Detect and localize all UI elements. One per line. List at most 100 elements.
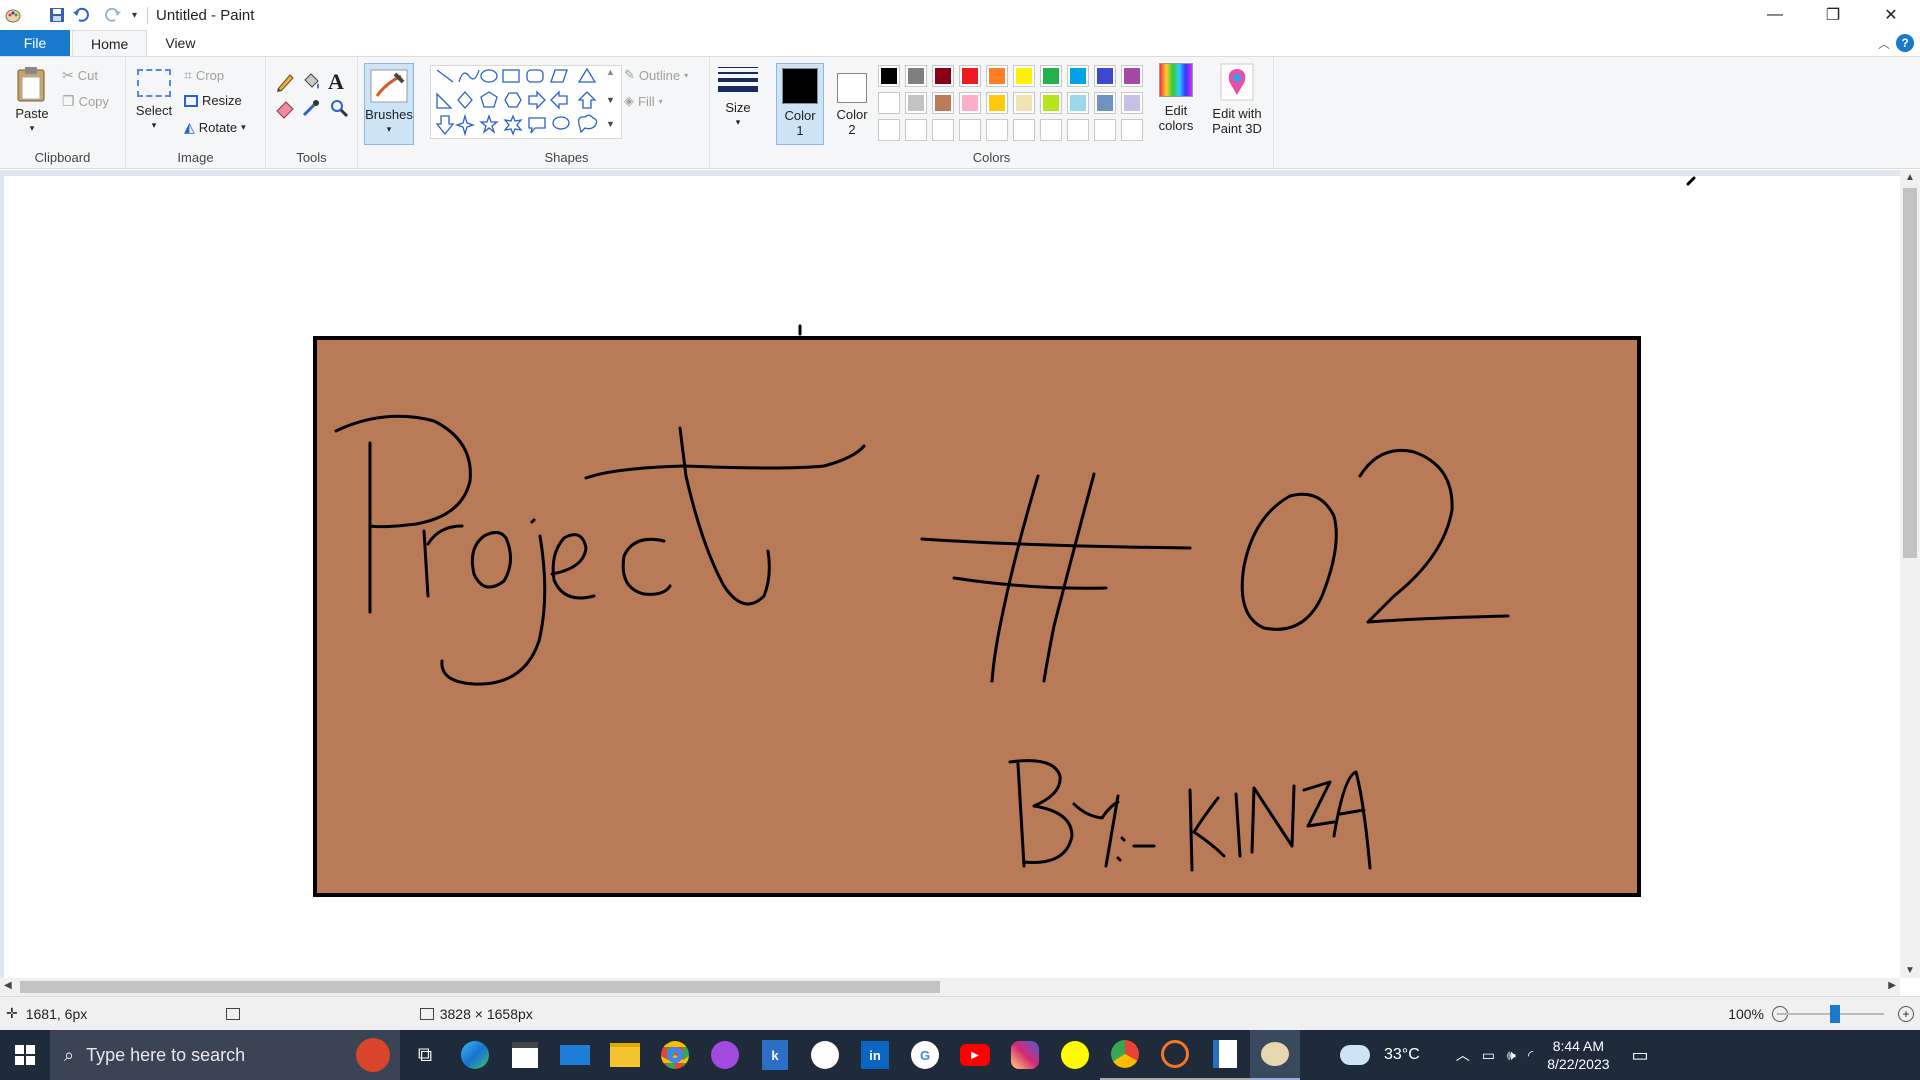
save-icon[interactable]: [48, 6, 66, 24]
resize-button[interactable]: Resize: [184, 93, 242, 108]
edit-colors-button[interactable]: Edit colors: [1152, 63, 1200, 133]
palette-swatch[interactable]: [905, 65, 927, 87]
shapes-scroll-up-icon[interactable]: ▲: [606, 67, 615, 77]
youtube-icon[interactable]: ▶: [950, 1030, 1000, 1080]
help-icon[interactable]: ?: [1896, 34, 1914, 52]
cut-button[interactable]: ✂ Cut: [62, 67, 98, 84]
document-app-icon[interactable]: [1200, 1030, 1250, 1080]
linkedin-icon[interactable]: in: [850, 1030, 900, 1080]
vertical-scroll-thumb[interactable]: [1903, 188, 1917, 558]
battery-icon[interactable]: ▭: [1482, 1047, 1495, 1064]
snapchat-icon[interactable]: [1050, 1030, 1100, 1080]
tab-view[interactable]: View: [147, 30, 213, 56]
shapes-scroll-down-icon[interactable]: ▼: [606, 95, 615, 105]
paint-taskbar-icon[interactable]: [1250, 1030, 1300, 1080]
paint-app-icon[interactable]: [4, 6, 22, 24]
task-view-icon[interactable]: ⧉: [400, 1030, 450, 1080]
edge-icon[interactable]: [450, 1030, 500, 1080]
fill-bucket-icon[interactable]: [300, 71, 322, 96]
edit-with-paint3d-button[interactable]: Edit with Paint 3D: [1206, 63, 1268, 136]
k-app-icon[interactable]: k: [750, 1030, 800, 1080]
volume-icon[interactable]: 🕪: [1507, 1047, 1516, 1064]
shapes-gallery[interactable]: [430, 65, 622, 139]
instagram-icon[interactable]: [1000, 1030, 1050, 1080]
wps-office-icon[interactable]: [700, 1030, 750, 1080]
size-button[interactable]: Size ▾: [716, 65, 760, 130]
palette-swatch[interactable]: [986, 119, 1008, 141]
palette-swatch[interactable]: [878, 65, 900, 87]
palette-swatch[interactable]: [959, 92, 981, 114]
clock[interactable]: 8:44 AM 8/22/2023: [1547, 1037, 1609, 1073]
copy-button[interactable]: ❐ Copy: [62, 93, 109, 110]
taskbar-search[interactable]: ⌕ Type here to search: [50, 1030, 400, 1080]
weather-icon[interactable]: [1330, 1030, 1380, 1080]
palette-swatch[interactable]: [905, 92, 927, 114]
close-button[interactable]: ✕: [1862, 0, 1920, 30]
rotate-button[interactable]: ◭ Rotate ▾: [184, 119, 246, 136]
magnifier-icon[interactable]: [328, 97, 350, 122]
github-icon[interactable]: [800, 1030, 850, 1080]
palette-swatch[interactable]: [986, 92, 1008, 114]
color1-button[interactable]: Color 1: [776, 63, 824, 145]
horizontal-scroll-thumb[interactable]: [20, 981, 940, 993]
palette-swatch[interactable]: [959, 65, 981, 87]
notifications-icon[interactable]: ▭: [1632, 1045, 1649, 1066]
tab-file[interactable]: File: [0, 30, 70, 56]
pencil-icon[interactable]: [274, 71, 296, 96]
palette-swatch[interactable]: [1040, 92, 1062, 114]
palette-swatch[interactable]: [878, 119, 900, 141]
start-button[interactable]: [0, 1030, 50, 1080]
palette-swatch[interactable]: [932, 119, 954, 141]
mail-icon[interactable]: [550, 1030, 600, 1080]
collapse-ribbon-icon[interactable]: ︿: [1878, 35, 1890, 52]
color-picker-icon[interactable]: [300, 97, 322, 122]
palette-swatch[interactable]: [1067, 65, 1089, 87]
palette-swatch[interactable]: [932, 65, 954, 87]
palette-swatch[interactable]: [986, 65, 1008, 87]
palette-swatch[interactable]: [1094, 119, 1116, 141]
scroll-right-icon[interactable]: ▶: [1888, 980, 1896, 991]
palette-swatch[interactable]: [932, 92, 954, 114]
scroll-left-icon[interactable]: ◀: [4, 980, 12, 991]
redo-icon[interactable]: [104, 6, 122, 24]
horizontal-scrollbar[interactable]: ◀ ▶: [0, 978, 1900, 996]
google-icon[interactable]: G: [900, 1030, 950, 1080]
zoom-in-icon[interactable]: +: [1898, 1005, 1914, 1022]
chrome-icon[interactable]: [650, 1030, 700, 1080]
customize-toolbar-icon[interactable]: ▾: [132, 10, 137, 21]
shapes-expand-icon[interactable]: ▼: [606, 119, 615, 129]
crop-button[interactable]: ⌗ Crop: [184, 67, 224, 84]
microsoft-store-icon[interactable]: [500, 1030, 550, 1080]
wifi-icon[interactable]: ◜: [1528, 1047, 1533, 1064]
palette-swatch[interactable]: [1094, 65, 1116, 87]
text-tool-icon[interactable]: A: [328, 69, 344, 95]
tab-home[interactable]: Home: [72, 30, 148, 56]
outline-button[interactable]: ✎ Outline ▾: [624, 67, 688, 83]
palette-swatch[interactable]: [1040, 119, 1062, 141]
undo-icon[interactable]: [72, 6, 90, 24]
palette-swatch[interactable]: [878, 92, 900, 114]
color2-button[interactable]: Color 2: [828, 63, 876, 145]
zoom-slider-thumb[interactable]: [1830, 1005, 1840, 1023]
select-button[interactable]: Select ▾: [134, 69, 174, 133]
palette-swatch[interactable]: [1121, 119, 1143, 141]
palette-swatch[interactable]: [1013, 92, 1035, 114]
palette-swatch[interactable]: [1040, 65, 1062, 87]
scroll-down-icon[interactable]: ▼: [1905, 965, 1915, 976]
palette-swatch[interactable]: [1094, 92, 1116, 114]
fill-button[interactable]: ◈ Fill ▾: [624, 93, 663, 109]
brushes-button[interactable]: Brushes ▾: [364, 63, 414, 145]
scroll-up-icon[interactable]: ▲: [1905, 172, 1915, 183]
palette-swatch[interactable]: [1067, 119, 1089, 141]
palette-swatch[interactable]: [959, 119, 981, 141]
palette-swatch[interactable]: [1121, 65, 1143, 87]
maximize-button[interactable]: ❐: [1804, 0, 1862, 30]
chrome-profile-icon[interactable]: [1100, 1030, 1150, 1080]
show-hidden-icons-icon[interactable]: ︿: [1456, 1045, 1470, 1065]
eraser-icon[interactable]: [274, 97, 296, 122]
paste-button[interactable]: Paste ▾: [12, 65, 52, 136]
palette-swatch[interactable]: [1013, 65, 1035, 87]
vertical-scrollbar[interactable]: ▲ ▼: [1900, 170, 1920, 978]
drawing-canvas[interactable]: [4, 176, 1900, 978]
weather-temperature[interactable]: 33°C: [1384, 1046, 1420, 1064]
